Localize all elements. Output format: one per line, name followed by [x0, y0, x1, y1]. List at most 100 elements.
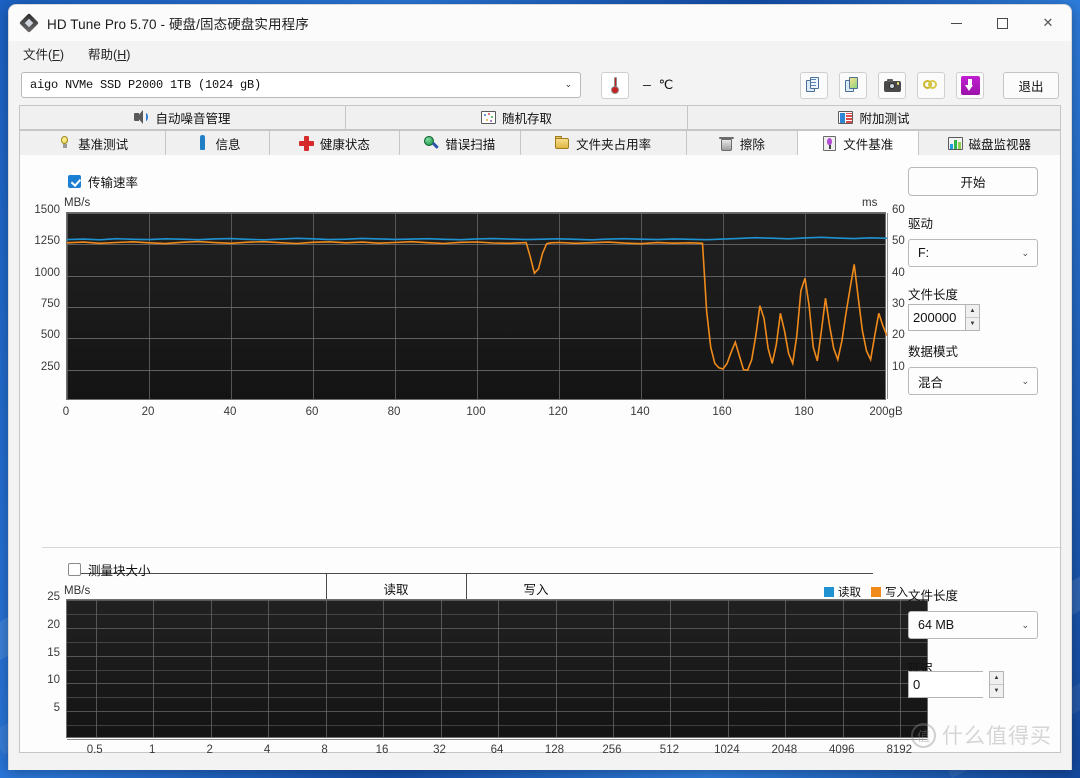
trash-icon: [718, 136, 734, 151]
tab-random-access[interactable]: 随机存取: [345, 105, 688, 130]
thermometer-icon: [611, 76, 619, 94]
top-chart-xtick: 120: [548, 406, 568, 418]
chart-legend: 读取 写入: [824, 584, 908, 600]
top-chart-xtick: 80: [387, 406, 401, 418]
delay-up[interactable]: ▲: [990, 672, 1003, 685]
temperature-value: — ℃: [643, 77, 674, 93]
screenshot-button[interactable]: [878, 71, 906, 99]
maximize-button[interactable]: [979, 5, 1025, 41]
bottom-chart-ytick: 10: [47, 674, 60, 687]
file-length-spin-buttons[interactable]: ▲ ▼: [965, 303, 980, 331]
transfer-rate-chart: [66, 212, 888, 400]
transfer-rate-checkbox[interactable]: [68, 175, 81, 188]
transfer-rate-checkbox-row[interactable]: 传输速率: [68, 172, 138, 191]
tab-benchmark[interactable]: 基准测试: [19, 130, 167, 155]
folder-icon: [555, 135, 570, 151]
tab-auto-noise[interactable]: 自动噪音管理: [19, 105, 346, 130]
bottom-chart-xtick: 32: [433, 744, 446, 756]
bottom-chart-xtick: 4096: [829, 744, 855, 756]
top-chart-y2tick: 50: [892, 235, 905, 248]
delay-spin-buttons[interactable]: ▲ ▼: [989, 670, 1004, 698]
link-button[interactable]: [917, 71, 945, 99]
watermark: 值 什么值得买: [911, 720, 1052, 750]
menu-file[interactable]: 文件(F): [23, 44, 64, 63]
bottom-chart-xtick: 64: [490, 744, 504, 756]
tab-extra-tests[interactable]: 附加测试: [687, 105, 1061, 130]
top-chart-xtick: 100: [466, 406, 486, 418]
legend-label-write: 写入: [885, 587, 908, 599]
sidebar-top: 开始 驱动 F: ⌄ 文件长度 ▲ ▼ MB: [908, 167, 1038, 395]
top-chart-ytick: 750: [40, 298, 60, 310]
tab-folder-usage[interactable]: 文件夹占用率: [519, 130, 687, 155]
top-chart-xtick: 140: [630, 406, 650, 418]
file-length-stepper[interactable]: ▲ ▼: [908, 303, 980, 331]
copy-icon: [806, 77, 822, 93]
bottom-chart-ytick: 5: [53, 702, 60, 715]
file-length-up[interactable]: ▲: [966, 305, 979, 318]
tab-info[interactable]: 信息: [165, 130, 270, 155]
drive-dropdown-value: F:: [918, 246, 930, 260]
block-size-checkbox-row[interactable]: 测量块大小: [68, 560, 151, 579]
block-size-chart: [66, 599, 928, 740]
top-chart-y2tick: 20: [892, 329, 905, 342]
copy-color-icon: [845, 77, 861, 93]
top-chart-y2tick: 30: [892, 298, 905, 310]
app-logo-icon: [19, 12, 39, 33]
bottom-chart-xtick: 2: [206, 744, 213, 756]
start-button[interactable]: 开始: [908, 167, 1038, 196]
copy-button[interactable]: [800, 71, 828, 99]
file-length-input[interactable]: [908, 303, 965, 331]
col-header-read: 读取: [383, 583, 409, 597]
minimize-button[interactable]: [933, 5, 979, 41]
link-icon: [922, 79, 940, 92]
random-access-icon: [480, 110, 496, 125]
drive-select[interactable]: aigo NVMe SSD P2000 1TB (1024 gB) ⌄: [21, 72, 581, 98]
exit-button[interactable]: 退出: [1003, 71, 1059, 99]
tab-file-benchmark[interactable]: 文件基准: [796, 130, 919, 156]
tab-row-bottom: 基准测试 信息 健康状态 错误扫描 文件夹占用率 擦除 文件基准 磁盘监视器: [19, 130, 1061, 156]
window-title: HD Tune Pro 5.70 - 硬盘/固态硬盘实用程序: [47, 17, 309, 32]
drive-select-value: aigo NVMe SSD P2000 1TB (1024 gB): [30, 78, 262, 92]
delay-down[interactable]: ▼: [990, 685, 1003, 697]
bottom-chart-xtick: 16: [375, 744, 389, 756]
top-chart-y2tick: 60: [892, 204, 905, 216]
delay-input[interactable]: [908, 670, 983, 698]
download-button[interactable]: [956, 71, 984, 99]
tab-error-scan[interactable]: 错误扫描: [398, 130, 521, 155]
file-length-label: 文件长度: [908, 288, 959, 302]
tab-row-top: 自动噪音管理 随机存取 附加测试: [19, 105, 1061, 130]
menu-help[interactable]: 帮助(H): [88, 44, 130, 63]
top-chart-xtick: 180: [794, 406, 814, 418]
block-file-length-dropdown[interactable]: 64 MB ⌄: [908, 611, 1038, 639]
bottom-chart-y-unit: MB/s: [64, 585, 91, 597]
magnifier-icon: [424, 135, 440, 151]
delay-stepper[interactable]: ▲ ▼: [908, 670, 1004, 698]
data-pattern-label: 数据模式: [908, 345, 959, 359]
block-size-checkbox[interactable]: [68, 563, 81, 576]
tab-disk-monitor[interactable]: 磁盘监视器: [917, 130, 1061, 155]
tab-erase[interactable]: 擦除: [685, 130, 798, 155]
legend-swatch-read: [824, 587, 834, 597]
top-chart-xtick: 200gB: [869, 406, 903, 418]
top-chart-xtick: 0: [62, 406, 70, 418]
block-file-length-value: 64 MB: [918, 618, 955, 632]
file-benchmark-panel: 传输速率 MB/s ms 250 500 750 1000 1250 1500 10 20 30…: [19, 155, 1062, 756]
temperature-indicator: [601, 71, 629, 99]
drive-dropdown[interactable]: F: ⌄: [908, 239, 1038, 267]
tab-health[interactable]: 健康状态: [268, 130, 400, 155]
copy-color-button[interactable]: [839, 71, 867, 99]
extra-test-icon: [838, 110, 854, 125]
file-length-down[interactable]: ▼: [966, 318, 979, 330]
top-chart-y-unit: MB/s: [64, 197, 91, 209]
close-button[interactable]: ✕: [1025, 5, 1071, 41]
title-bar: HD Tune Pro 5.70 - 硬盘/固态硬盘实用程序 ✕: [9, 5, 1071, 41]
bottom-chart-xtick: 0.5: [86, 744, 103, 756]
window-controls: ✕: [933, 5, 1071, 41]
chevron-down-icon: ⌄: [1021, 619, 1029, 630]
legend-label-read: 读取: [838, 587, 861, 599]
info-icon: [195, 134, 210, 151]
data-pattern-dropdown[interactable]: 混合 ⌄: [908, 367, 1038, 395]
bottom-chart-xtick: 256: [602, 744, 622, 756]
watermark-badge: 值: [911, 722, 936, 748]
disk-monitor-icon: [947, 136, 963, 151]
